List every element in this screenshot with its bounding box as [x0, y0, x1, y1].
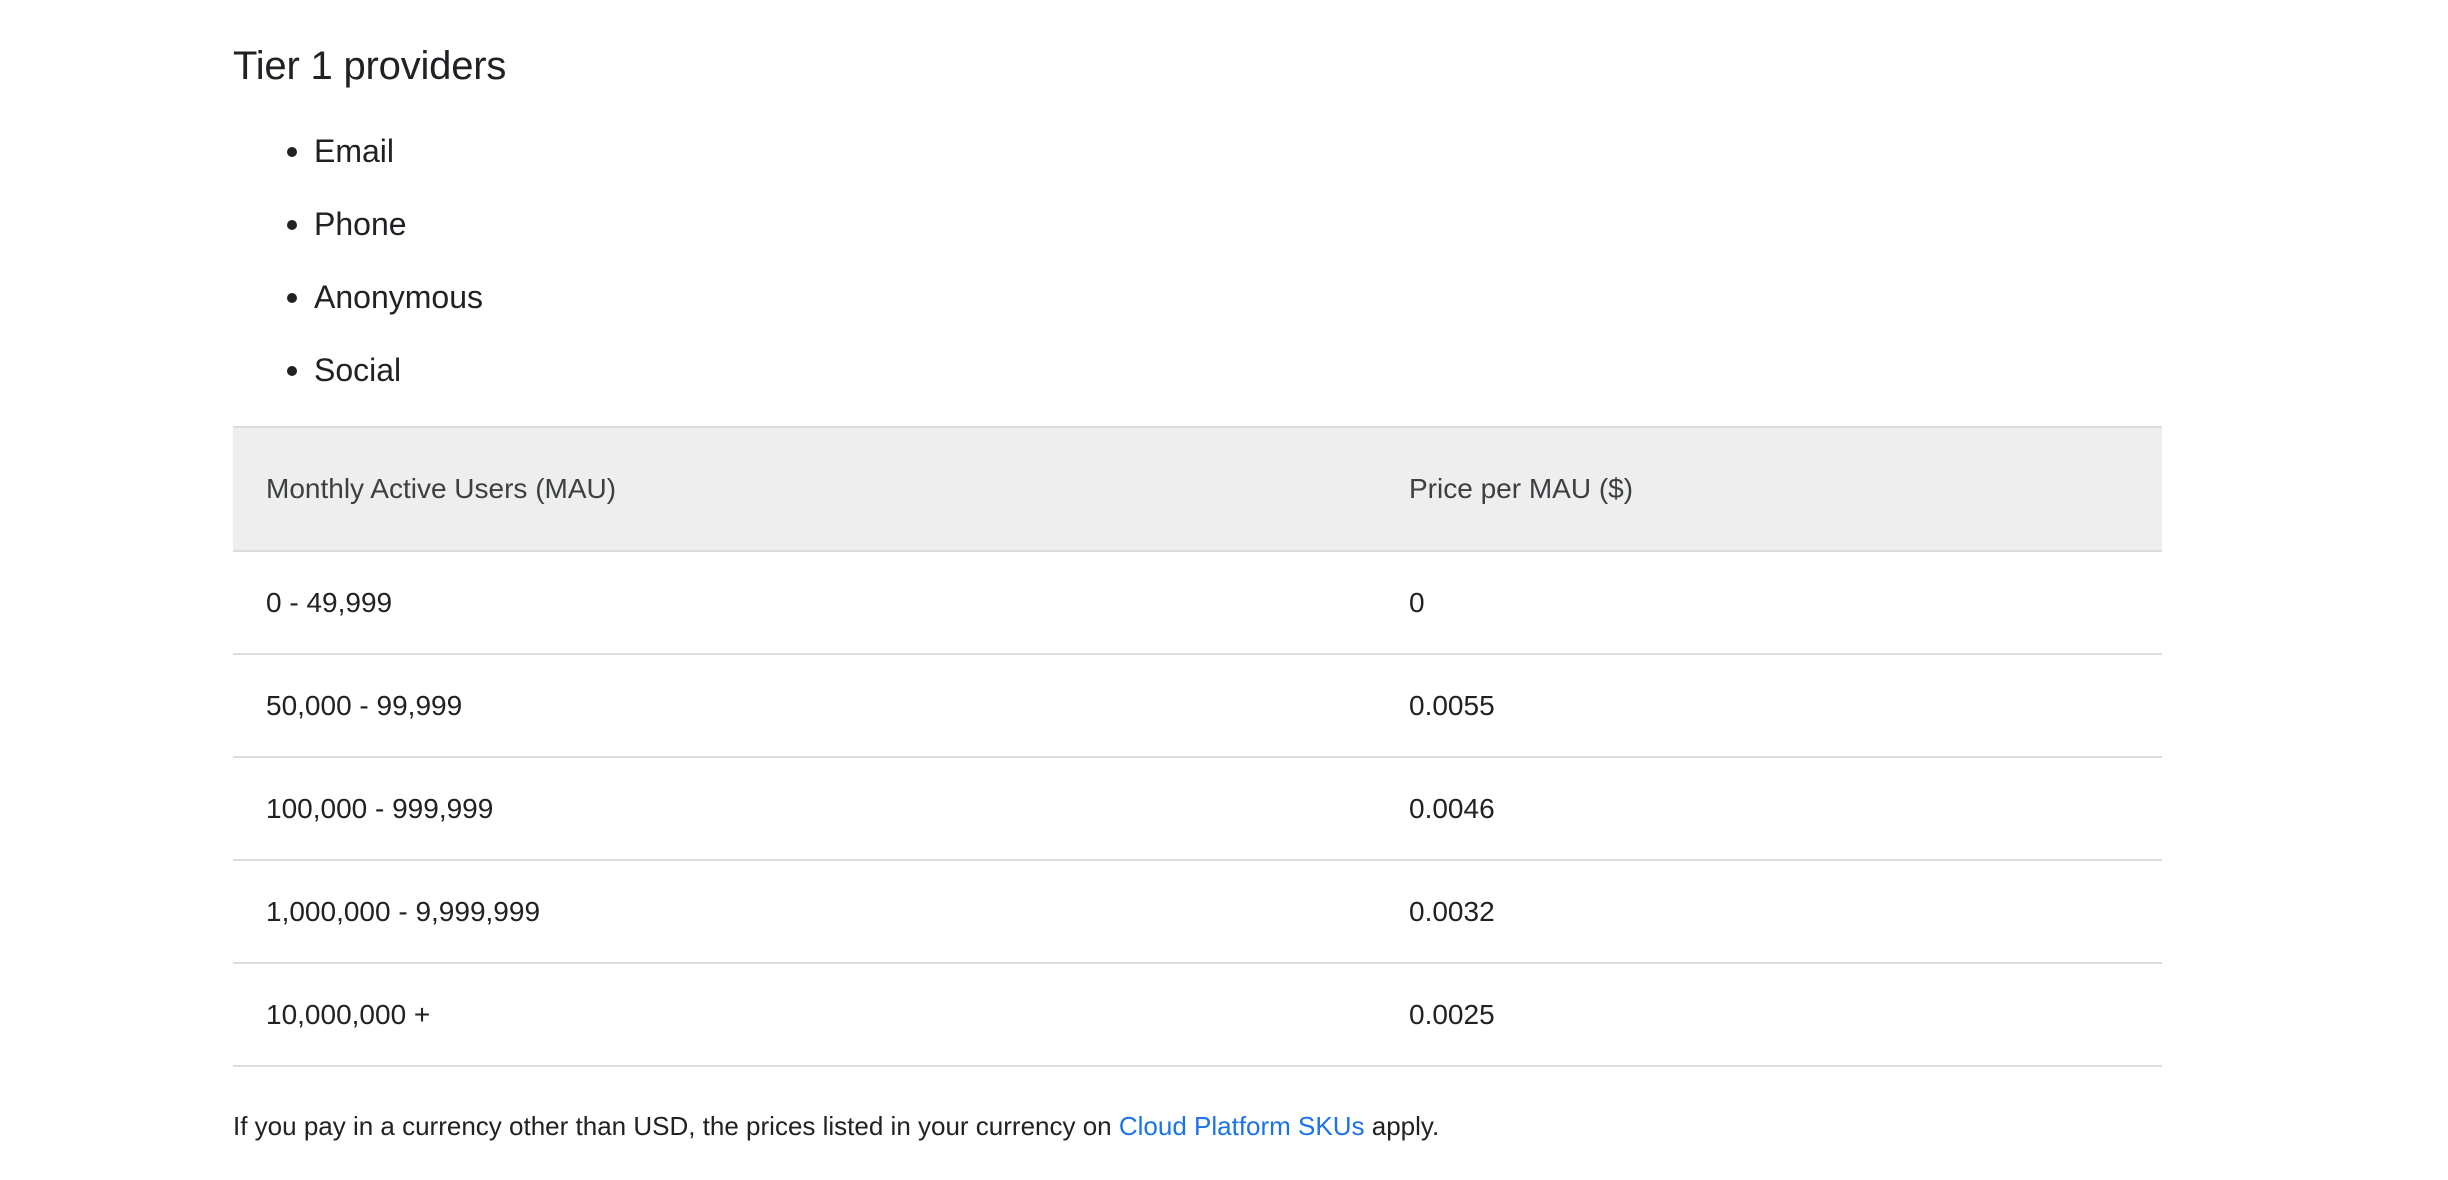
table-row: 1,000,000 - 9,999,999 0.0032: [233, 860, 2162, 963]
bullet-icon: [287, 366, 297, 376]
table-row: 50,000 - 99,999 0.0055: [233, 654, 2162, 757]
column-header-price: Price per MAU ($): [1409, 473, 1634, 504]
table-row: 100,000 - 999,999 0.0046: [233, 757, 2162, 860]
mau-range-cell: 100,000 - 999,999: [266, 792, 494, 824]
price-cell: 0.0055: [1409, 689, 1495, 721]
provider-list-item: Phone: [233, 193, 483, 266]
provider-label: Phone: [314, 206, 407, 242]
provider-list-item: Anonymous: [233, 266, 483, 339]
provider-label: Email: [314, 133, 395, 169]
footnote-text-before: If you pay in a currency other than USD,…: [233, 1111, 1119, 1141]
table-header-row: Monthly Active Users (MAU) Price per MAU…: [233, 427, 2162, 551]
table-row: 10,000,000 + 0.0025: [233, 963, 2162, 1066]
provider-list: Email Phone Anonymous Social: [233, 120, 483, 412]
mau-range-cell: 10,000,000 +: [266, 998, 431, 1030]
mau-range-cell: 0 - 49,999: [266, 586, 393, 618]
mau-range-cell: 50,000 - 99,999: [266, 689, 463, 721]
bullet-icon: [287, 293, 297, 303]
price-cell: 0.0025: [1409, 998, 1495, 1030]
provider-list-item: Email: [233, 120, 483, 193]
currency-footnote: If you pay in a currency other than USD,…: [233, 1106, 1439, 1146]
price-cell: 0.0032: [1409, 895, 1495, 927]
price-cell: 0: [1409, 586, 1425, 618]
table-row: 0 - 49,999 0: [233, 551, 2162, 654]
bullet-icon: [287, 147, 297, 157]
price-cell: 0.0046: [1409, 792, 1495, 824]
pricing-table: Monthly Active Users (MAU) Price per MAU…: [233, 426, 2162, 1067]
table-header: Monthly Active Users (MAU) Price per MAU…: [233, 427, 2162, 551]
provider-label: Anonymous: [314, 279, 483, 315]
provider-label: Social: [314, 352, 402, 388]
cloud-platform-skus-link[interactable]: Cloud Platform SKUs: [1119, 1111, 1365, 1141]
bullet-icon: [287, 220, 297, 230]
table-body: 0 - 49,999 0 50,000 - 99,999 0.0055 100,…: [233, 551, 2162, 1066]
provider-list-item: Social: [233, 339, 483, 412]
column-header-mau: Monthly Active Users (MAU): [266, 473, 617, 504]
section-title: Tier 1 providers: [233, 44, 507, 88]
footnote-text-after: apply.: [1364, 1111, 1440, 1141]
mau-range-cell: 1,000,000 - 9,999,999: [266, 895, 541, 927]
